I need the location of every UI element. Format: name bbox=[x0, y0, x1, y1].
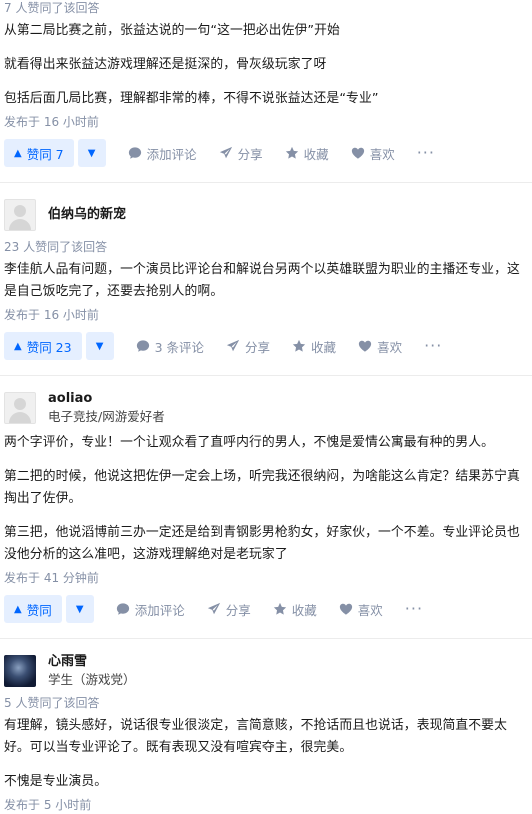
answer-paragraph: 第三把，他说滔博前三办一定还是给到青钢影男枪豹女，好家伙，一个不差。专业评论员也… bbox=[4, 525, 520, 562]
author-bio: 电子竞技/网游爱好者 bbox=[48, 409, 165, 424]
paper-plane-icon bbox=[219, 146, 232, 159]
avatar[interactable] bbox=[4, 199, 36, 231]
answer-card: 7 人赞同了该回答 从第二局比赛之前，张益达说的一句“这一把必出佐伊”开始 就看… bbox=[0, 0, 532, 168]
comment-label: 3 条评论 bbox=[154, 339, 205, 355]
avatar[interactable] bbox=[4, 392, 36, 424]
author-name[interactable]: 心雨雪 bbox=[48, 653, 136, 671]
upvote-label: 赞同 7 bbox=[26, 146, 64, 162]
heart-icon bbox=[351, 147, 364, 159]
action-bar: ▲ 赞同 ▼ 添加评论 分享 收藏 喜欢 ··· bbox=[4, 594, 524, 624]
star-icon bbox=[273, 602, 286, 615]
comment-bubble-icon bbox=[116, 603, 129, 615]
share-button[interactable]: 分享 bbox=[207, 600, 251, 619]
triangle-up-icon: ▲ bbox=[14, 603, 22, 615]
star-icon bbox=[292, 339, 306, 352]
like-label: 喜欢 bbox=[357, 602, 383, 618]
like-button[interactable]: 喜欢 bbox=[351, 144, 395, 163]
star-icon bbox=[285, 146, 298, 159]
answer-paragraph: 包括后面几局比赛，理解都非常的棒，不得不说张益达还是“专业” bbox=[4, 91, 379, 106]
heart-icon bbox=[339, 603, 352, 615]
answer-card: 心雨雪 学生（游戏党） 5 人赞同了该回答 有理解，镜头感好，说话很专业很淡定，… bbox=[0, 649, 532, 814]
comment-bubble-icon bbox=[128, 147, 141, 159]
favorite-button[interactable]: 收藏 bbox=[292, 337, 336, 356]
author-header: 伯纳乌的新宠 bbox=[4, 193, 524, 237]
downvote-button[interactable]: ▼ bbox=[85, 332, 114, 360]
comment-label: 添加评论 bbox=[146, 146, 197, 162]
upvote-label: 赞同 bbox=[26, 602, 52, 618]
favorite-button[interactable]: 收藏 bbox=[285, 144, 329, 163]
action-bar: ▲ 赞同 23 ▼ 3 条评论 分享 收藏 喜欢 ··· bbox=[4, 331, 524, 361]
publish-time[interactable]: 发布于 16 小时前 bbox=[4, 307, 524, 324]
author-header: 心雨雪 学生（游戏党） bbox=[4, 649, 524, 693]
triangle-down-icon: ▼ bbox=[75, 603, 84, 615]
vote-count: 7 人赞同了该回答 bbox=[4, 1, 100, 15]
share-label: 分享 bbox=[237, 146, 263, 162]
answer-paragraph: 第二把的时候，他说这把佐伊一定会上场，听完我还很纳闷，为啥能这么肯定？结果苏宁真… bbox=[4, 469, 520, 506]
vote-count: 5 人赞同了该回答 bbox=[4, 696, 100, 710]
more-options-icon[interactable]: ··· bbox=[417, 145, 435, 161]
upvote-button[interactable]: ▲ 赞同 bbox=[4, 595, 62, 623]
favorite-button[interactable]: 收藏 bbox=[273, 600, 317, 619]
publish-time[interactable]: 发布于 16 小时前 bbox=[4, 114, 524, 131]
upvote-label: 赞同 23 bbox=[26, 339, 72, 355]
answer-content[interactable]: 有理解，镜头感好，说话很专业很淡定，言简意赅，不抢话而且也说话，表现简直不要太好… bbox=[4, 715, 524, 793]
paper-plane-icon bbox=[207, 602, 220, 615]
answer-paragraph: 从第二局比赛之前，张益达说的一句“这一把必出佐伊”开始 bbox=[4, 23, 340, 38]
action-bar: ▲ 赞同 7 ▼ 添加评论 分享 收藏 喜欢 ··· bbox=[4, 138, 524, 168]
downvote-button[interactable]: ▼ bbox=[77, 139, 106, 167]
answer-card: 伯纳乌的新宠 23 人赞同了该回答 李佳航人品有问题，一个演员比评论台和解说台另… bbox=[0, 193, 532, 361]
avatar[interactable] bbox=[4, 655, 36, 687]
answer-card: aoliao 电子竞技/网游爱好者 两个字评价，专业！一个让观众看了直呼内行的男… bbox=[0, 386, 532, 624]
answer-content[interactable]: 李佳航人品有问题，一个演员比评论台和解说台另两个以英雄联盟为职业的主播还专业，这… bbox=[4, 259, 524, 303]
answer-paragraph: 两个字评价，专业！一个让观众看了直呼内行的男人，不愧是爱情公寓最有种的男人。 bbox=[4, 435, 495, 450]
divider bbox=[0, 174, 532, 183]
comment-button[interactable]: 3 条评论 bbox=[136, 337, 204, 356]
comment-button[interactable]: 添加评论 bbox=[128, 144, 197, 163]
like-label: 喜欢 bbox=[377, 339, 403, 355]
share-label: 分享 bbox=[245, 339, 271, 355]
share-button[interactable]: 分享 bbox=[226, 337, 270, 356]
divider bbox=[0, 630, 532, 639]
answer-paragraph: 就看得出来张益达游戏理解还是挺深的，骨灰级玩家了呀 bbox=[4, 57, 327, 72]
answer-content[interactable]: 从第二局比赛之前，张益达说的一句“这一把必出佐伊”开始 就看得出来张益达游戏理解… bbox=[4, 20, 524, 110]
downvote-button[interactable]: ▼ bbox=[65, 595, 94, 623]
answer-content[interactable]: 两个字评价，专业！一个让观众看了直呼内行的男人，不愧是爱情公寓最有种的男人。 第… bbox=[4, 432, 524, 566]
like-button[interactable]: 喜欢 bbox=[358, 337, 402, 356]
favorite-label: 收藏 bbox=[311, 339, 337, 355]
more-options-icon[interactable]: ··· bbox=[405, 601, 423, 617]
author-name[interactable]: 伯纳乌的新宠 bbox=[48, 206, 126, 224]
triangle-down-icon: ▼ bbox=[95, 340, 104, 352]
share-label: 分享 bbox=[225, 602, 251, 618]
publish-time[interactable]: 发布于 41 分钟前 bbox=[4, 570, 524, 587]
triangle-down-icon: ▼ bbox=[87, 147, 96, 159]
answer-paragraph: 李佳航人品有问题，一个演员比评论台和解说台另两个以英雄联盟为职业的主播还专业，这… bbox=[4, 262, 520, 299]
triangle-up-icon: ▲ bbox=[14, 147, 22, 159]
heart-icon bbox=[358, 340, 372, 352]
triangle-up-icon: ▲ bbox=[14, 340, 22, 352]
answer-paragraph: 不愧是专业演员。 bbox=[4, 774, 108, 789]
more-options-icon[interactable]: ··· bbox=[424, 338, 442, 354]
share-button[interactable]: 分享 bbox=[219, 144, 263, 163]
author-header: aoliao 电子竞技/网游爱好者 bbox=[4, 386, 524, 430]
comment-bubble-icon bbox=[136, 340, 149, 352]
author-bio: 学生（游戏党） bbox=[48, 672, 136, 687]
like-button[interactable]: 喜欢 bbox=[339, 600, 383, 619]
favorite-label: 收藏 bbox=[303, 146, 329, 162]
favorite-label: 收藏 bbox=[291, 602, 317, 618]
author-name[interactable]: aoliao bbox=[48, 390, 165, 408]
answer-paragraph: 有理解，镜头感好，说话很专业很淡定，言简意赅，不抢话而且也说话，表现简直不要太好… bbox=[4, 718, 507, 755]
publish-time[interactable]: 发布于 5 小时前 bbox=[4, 797, 524, 814]
comment-label: 添加评论 bbox=[134, 602, 185, 618]
like-label: 喜欢 bbox=[369, 146, 395, 162]
paper-plane-icon bbox=[226, 339, 240, 352]
upvote-button[interactable]: ▲ 赞同 7 bbox=[4, 139, 74, 167]
comment-button[interactable]: 添加评论 bbox=[116, 600, 185, 619]
divider bbox=[0, 367, 532, 376]
vote-count: 23 人赞同了该回答 bbox=[4, 240, 108, 254]
upvote-button[interactable]: ▲ 赞同 23 bbox=[4, 332, 82, 360]
